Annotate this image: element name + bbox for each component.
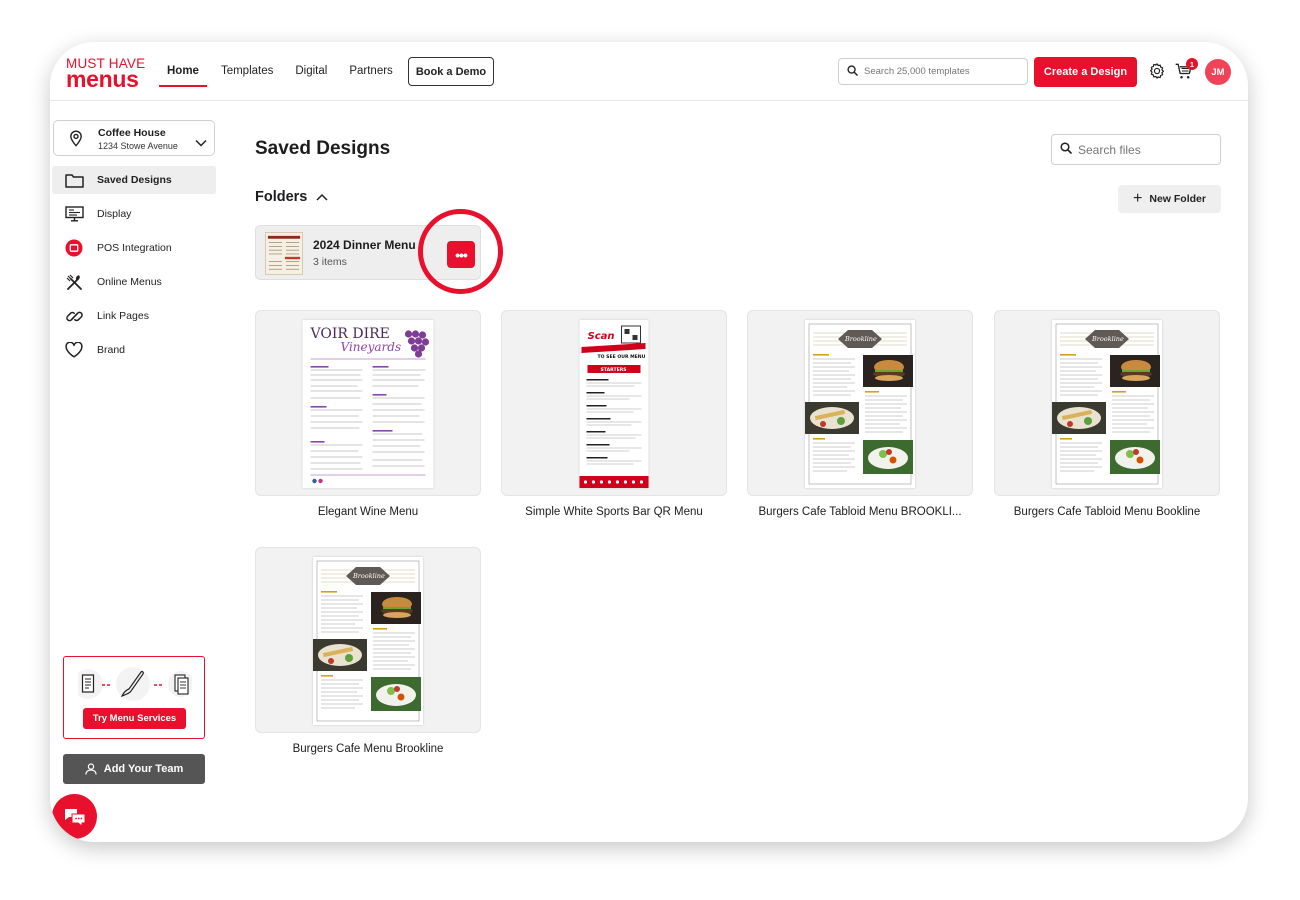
design-card-burgers-tabloid-brooklyn[interactable]: Brookline Burgers Cafe Tabloid Menu BROO…	[747, 310, 973, 518]
design-card-burgers-menu-brookline[interactable]: Brookline Burgers Cafe Menu Brookline	[255, 547, 481, 755]
sidebar-item-link-pages[interactable]: Link Pages	[52, 302, 216, 330]
nav-digital[interactable]: Digital	[287, 42, 335, 101]
main-nav: Home Templates Digital Partners	[159, 42, 407, 101]
chat-button[interactable]	[52, 794, 97, 839]
folders-heading: Folders	[255, 189, 308, 205]
sidebar-item-label: Online Menus	[97, 276, 162, 288]
link-icon	[64, 307, 84, 325]
gear-icon[interactable]	[1148, 62, 1166, 85]
search-icon	[1060, 141, 1072, 159]
folders-toggle[interactable]: Folders	[255, 189, 328, 205]
add-team-label: Add Your Team	[103, 763, 184, 775]
nav-templates[interactable]: Templates	[213, 42, 281, 101]
brand-logo[interactable]: MUST HAVE menus	[66, 57, 145, 91]
cart-count-badge: 1	[1186, 58, 1198, 70]
design-thumbnail-card[interactable]: VOIR DIRE Vineyards	[255, 310, 481, 496]
new-folder-label: New Folder	[1149, 193, 1206, 205]
design-thumbnail-card[interactable]: Brookline	[994, 310, 1220, 496]
new-folder-button[interactable]: + New Folder	[1118, 185, 1221, 213]
design-card-sports-bar-qr-menu[interactable]: Scan TO SEE OUR MENU STARTERS Simple Whi…	[501, 310, 727, 518]
top-navigation-bar: MUST HAVE menus Home Templates Digital P…	[50, 42, 1248, 101]
burger-menu-thumbnail: Brookline	[805, 320, 915, 488]
nav-partners[interactable]: Partners	[341, 42, 400, 101]
sidebar-item-label: Link Pages	[97, 310, 149, 322]
burger-thumb-brand: Brookline	[1091, 335, 1124, 343]
sports-thumb-scan: Scan	[588, 331, 615, 342]
sidebar-item-brand[interactable]: Brand	[52, 336, 216, 364]
chevron-down-icon	[195, 134, 207, 152]
heart-icon	[64, 341, 84, 359]
design-card-elegant-wine-menu[interactable]: VOIR DIRE Vineyards Elegant Wine Menu	[255, 310, 481, 518]
design-name: Burgers Cafe Tabloid Menu Bookline	[1013, 506, 1201, 518]
create-design-button[interactable]: Create a Design	[1034, 57, 1137, 87]
brand-logo-line2: menus	[66, 65, 139, 92]
menu-services-icons	[78, 667, 192, 701]
burger-thumb-brand: Brookline	[844, 335, 877, 343]
wine-menu-thumbnail: VOIR DIRE Vineyards	[302, 320, 434, 488]
map-pin-icon	[68, 130, 84, 152]
design-thumbnail-card[interactable]: Brookline	[747, 310, 973, 496]
display-icon	[64, 205, 84, 223]
search-icon	[847, 63, 858, 81]
sidebar-item-label: Brand	[97, 344, 126, 356]
design-name: Simple White Sports Bar QR Menu	[525, 506, 703, 518]
location-address: 1234 Stowe Avenue	[98, 141, 178, 151]
design-card-burgers-tabloid-bookline[interactable]: Brookline Burgers Cafe Tabloid Menu Book…	[994, 310, 1220, 518]
design-thumbnail-card[interactable]: Brookline	[255, 547, 481, 733]
file-search[interactable]	[1051, 134, 1221, 165]
app-window: MUST HAVE menus Home Templates Digital P…	[50, 42, 1248, 842]
page-title: Saved Designs	[255, 138, 391, 159]
location-name: Coffee House	[98, 127, 166, 139]
sidebar-item-online-menus[interactable]: Online Menus	[52, 268, 216, 296]
sidebar-item-saved-designs[interactable]: Saved Designs	[52, 166, 216, 194]
sidebar-item-label: POS Integration	[97, 242, 172, 254]
burger-menu-thumbnail: Brookline	[1052, 320, 1162, 488]
design-name: Burgers Cafe Tabloid Menu BROOKLI...	[758, 506, 962, 518]
folder-item-count: 3 items	[313, 256, 347, 268]
sidebar-item-display[interactable]: Display	[52, 200, 216, 228]
design-name: Elegant Wine Menu	[317, 506, 419, 518]
add-team-button[interactable]: Add Your Team	[63, 754, 205, 784]
burger-menu-thumbnail: Brookline	[313, 557, 423, 725]
file-search-input[interactable]	[1078, 142, 1208, 157]
sports-menu-thumbnail: Scan TO SEE OUR MENU STARTERS	[579, 320, 649, 488]
sidebar-item-pos-integration[interactable]: POS Integration	[52, 234, 216, 262]
sports-thumb-subtitle: TO SEE OUR MENU	[598, 354, 646, 360]
design-name: Burgers Cafe Menu Brookline	[292, 743, 444, 755]
highlight-annotation-circle	[418, 209, 503, 294]
folder-thumbnail	[265, 232, 303, 275]
sidebar-nav: Saved Designs Display POS Integration On…	[52, 166, 216, 370]
wine-thumb-subtitle: Vineyards	[341, 340, 402, 354]
folder-icon	[64, 171, 84, 189]
template-search[interactable]	[838, 58, 1028, 85]
chevron-up-icon	[316, 193, 328, 201]
utensils-icon	[64, 273, 84, 291]
nav-home[interactable]: Home	[159, 42, 207, 101]
menu-services-promo: Try Menu Services	[63, 656, 205, 739]
user-icon	[85, 763, 97, 775]
sports-thumb-banner: STARTERS	[601, 367, 627, 373]
plus-icon: +	[1133, 190, 1143, 207]
burger-thumb-brand: Brookline	[352, 572, 385, 580]
folder-name: 2024 Dinner Menu	[313, 238, 416, 252]
sidebar-item-label: Saved Designs	[97, 174, 172, 186]
pos-icon	[64, 239, 84, 257]
book-demo-button[interactable]: Book a Demo	[408, 57, 494, 86]
template-search-input[interactable]	[864, 66, 1024, 77]
try-menu-services-button[interactable]: Try Menu Services	[83, 708, 186, 729]
chat-icon	[64, 808, 85, 827]
user-avatar[interactable]: JM	[1205, 59, 1231, 85]
location-selector[interactable]: Coffee House 1234 Stowe Avenue	[53, 120, 215, 156]
sidebar-item-label: Display	[97, 208, 132, 220]
design-thumbnail-card[interactable]: Scan TO SEE OUR MENU STARTERS	[501, 310, 727, 496]
